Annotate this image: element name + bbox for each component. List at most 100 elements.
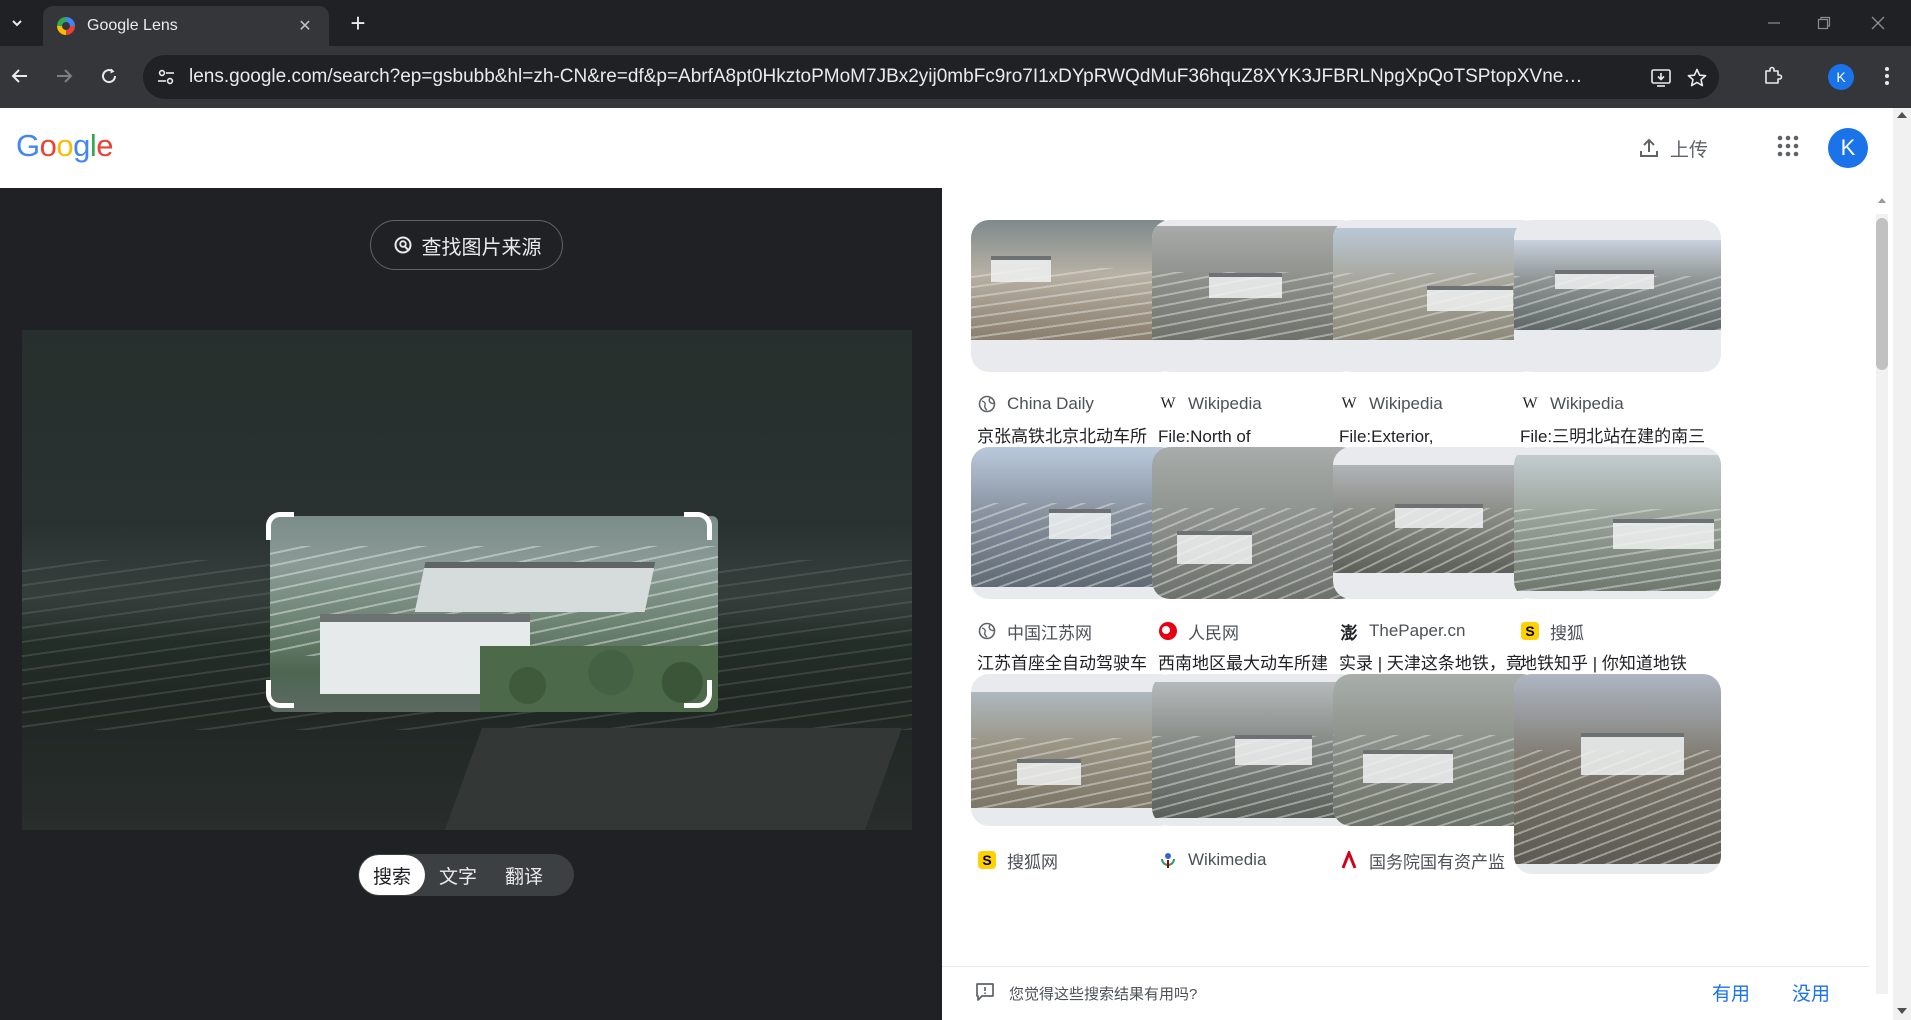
logo-letter: o bbox=[39, 128, 57, 163]
result-source[interactable]: 中国江苏网 bbox=[977, 619, 1092, 643]
result-source[interactable]: S 搜狐 bbox=[1520, 619, 1584, 643]
crop-handle-bottom-left[interactable] bbox=[266, 680, 294, 708]
result-card[interactable]: 国务院国有资产监 bbox=[1333, 674, 1540, 904]
result-card[interactable]: 澎ThePaper.cn实录 | 天津这条地铁，竟然只修了34个月? bbox=[1333, 447, 1540, 699]
tab-search-button[interactable] bbox=[4, 9, 30, 37]
svg-text:S: S bbox=[982, 852, 991, 868]
tab-title: Google Lens bbox=[87, 17, 178, 34]
upload-button[interactable]: 上传 bbox=[1638, 128, 1708, 168]
upload-icon bbox=[1640, 138, 1658, 157]
close-window-button[interactable] bbox=[1855, 8, 1901, 38]
sohu-icon: S bbox=[977, 850, 997, 870]
tab-close-icon[interactable]: ✕ bbox=[295, 16, 315, 36]
result-thumbnail[interactable] bbox=[1152, 674, 1359, 826]
result-thumbnail[interactable] bbox=[1152, 220, 1359, 372]
minimize-icon bbox=[1768, 22, 1780, 24]
install-app-button[interactable] bbox=[1648, 65, 1674, 91]
result-source[interactable]: S 搜狐网 bbox=[977, 848, 1058, 872]
logo-letter: e bbox=[96, 128, 114, 163]
result-card[interactable] bbox=[1514, 674, 1721, 904]
result-source-name: ThePaper.cn bbox=[1369, 621, 1466, 640]
result-source-name: 搜狐网 bbox=[1007, 852, 1058, 872]
reload-button[interactable] bbox=[93, 60, 125, 92]
feedback-bar: 您觉得这些搜索结果有用吗? 有用 没用 bbox=[942, 966, 1869, 1020]
result-source[interactable]: Wikimedia bbox=[1158, 848, 1266, 872]
thepaper-icon: 澎 bbox=[1340, 623, 1358, 643]
result-thumbnail[interactable] bbox=[1333, 447, 1540, 599]
site-info-button[interactable] bbox=[154, 65, 178, 89]
result-card[interactable]: Wikimedia bbox=[1152, 674, 1359, 904]
apps-grid-icon bbox=[1777, 135, 1799, 157]
google-apps-button[interactable] bbox=[1772, 130, 1804, 162]
result-source-name: Wikipedia bbox=[1188, 394, 1262, 413]
result-card[interactable]: WWikipediaFile:三明北站在建的南三龙场-20160609.jpg … bbox=[1514, 220, 1721, 472]
result-card[interactable]: S搜狐地铁知乎 | 你知道地铁的“家”在哪吗?_手机搜... bbox=[1514, 447, 1721, 699]
url-text[interactable]: lens.google.com/search?ep=gsbubb&hl=zh-C… bbox=[189, 66, 1587, 88]
wikimedia-icon bbox=[1158, 850, 1178, 870]
result-card[interactable]: S 搜狐网 bbox=[971, 674, 1178, 904]
crop-handle-bottom-right[interactable] bbox=[684, 680, 712, 708]
results-scrollbar-thumb[interactable] bbox=[1876, 218, 1888, 370]
result-thumbnail[interactable] bbox=[1152, 447, 1359, 599]
arrow-right-icon bbox=[57, 69, 73, 83]
result-thumbnail[interactable] bbox=[971, 220, 1178, 372]
result-source[interactable]: 国务院国有资产监 bbox=[1339, 848, 1505, 872]
crop-handle-top-right[interactable] bbox=[684, 512, 712, 540]
address-bar[interactable]: lens.google.com/search?ep=gsbubb&hl=zh-C… bbox=[143, 55, 1719, 99]
result-source[interactable]: 澎 ThePaper.cn bbox=[1339, 619, 1466, 643]
upload-label: 上传 bbox=[1670, 139, 1709, 161]
result-thumbnail[interactable] bbox=[1333, 220, 1540, 372]
result-card[interactable]: WWikipediaFile:Exterior,Guangzhoulianhua… bbox=[1333, 220, 1540, 472]
star-icon bbox=[1687, 68, 1707, 87]
crop-selection[interactable] bbox=[266, 512, 712, 708]
account-avatar[interactable]: K bbox=[1828, 128, 1868, 168]
extensions-button[interactable] bbox=[1757, 60, 1789, 92]
feedback-no-button[interactable]: 没用 bbox=[1792, 979, 1830, 1006]
logo-letter: g bbox=[73, 128, 90, 163]
find-source-label: 查找图片来源 bbox=[421, 236, 542, 259]
profile-button[interactable]: K bbox=[1828, 64, 1854, 90]
result-source[interactable]: 人民网 bbox=[1158, 619, 1239, 643]
result-source[interactable]: W Wikipedia bbox=[1339, 392, 1442, 416]
reload-icon bbox=[102, 68, 117, 84]
mode-text-tab[interactable]: 文字 bbox=[425, 855, 491, 895]
result-thumbnail[interactable] bbox=[971, 674, 1178, 826]
feedback-question: 您觉得这些搜索结果有用吗? bbox=[1009, 986, 1198, 1003]
bookmark-button[interactable] bbox=[1684, 65, 1710, 91]
result-source-name: China Daily bbox=[1007, 394, 1094, 413]
result-source-name: Wikimedia bbox=[1188, 850, 1267, 869]
result-thumbnail[interactable] bbox=[1514, 674, 1721, 874]
result-source[interactable]: W Wikipedia bbox=[1158, 392, 1262, 416]
result-thumbnail[interactable] bbox=[1514, 447, 1721, 599]
logo-letter: G bbox=[16, 128, 40, 163]
feedback-yes-button[interactable]: 有用 bbox=[1712, 979, 1750, 1006]
result-source[interactable]: China Daily bbox=[977, 392, 1094, 416]
result-source[interactable]: W Wikipedia bbox=[1520, 392, 1623, 416]
result-card[interactable]: 中国江苏网江苏首座全自动驾驶车辆段将在南京投用_中... bbox=[971, 447, 1178, 699]
browser-menu-button[interactable] bbox=[1872, 60, 1902, 92]
back-button[interactable] bbox=[4, 60, 36, 92]
close-icon bbox=[1871, 16, 1885, 30]
mode-translate-tab[interactable]: 翻译 bbox=[491, 855, 557, 895]
result-thumbnail[interactable] bbox=[1514, 220, 1721, 372]
results-scrollbar[interactable] bbox=[1869, 188, 1893, 1020]
restore-button[interactable] bbox=[1801, 8, 1847, 38]
result-card[interactable]: 人民网西南地区最大动车所建成投用【8】--图片频... bbox=[1152, 447, 1359, 699]
install-icon bbox=[1651, 69, 1671, 87]
result-source-name: 搜狐 bbox=[1550, 623, 1584, 643]
minimize-button[interactable] bbox=[1751, 8, 1797, 38]
page-scrollbar[interactable] bbox=[1893, 108, 1911, 1020]
crop-handle-top-left[interactable] bbox=[266, 512, 294, 540]
result-card[interactable]: WWikipediaFile:North ofChongqing West EM… bbox=[1152, 220, 1359, 472]
result-source-name: 人民网 bbox=[1188, 623, 1239, 643]
result-thumbnail[interactable] bbox=[971, 447, 1178, 599]
new-tab-button[interactable]: + bbox=[344, 10, 372, 38]
find-image-source-button[interactable]: 查找图片来源 bbox=[370, 220, 563, 270]
result-thumbnail[interactable] bbox=[1333, 674, 1540, 826]
mode-search-tab[interactable]: 搜索 bbox=[359, 855, 426, 895]
tune-icon bbox=[158, 69, 174, 85]
forward-button[interactable] bbox=[48, 60, 80, 92]
result-card[interactable]: China Daily京张高铁北京北动车所即将投入使用 - 中国日... bbox=[971, 220, 1178, 472]
google-logo[interactable]: Google bbox=[16, 128, 114, 164]
tab-google-lens[interactable]: Google Lens ✕ bbox=[43, 6, 329, 46]
